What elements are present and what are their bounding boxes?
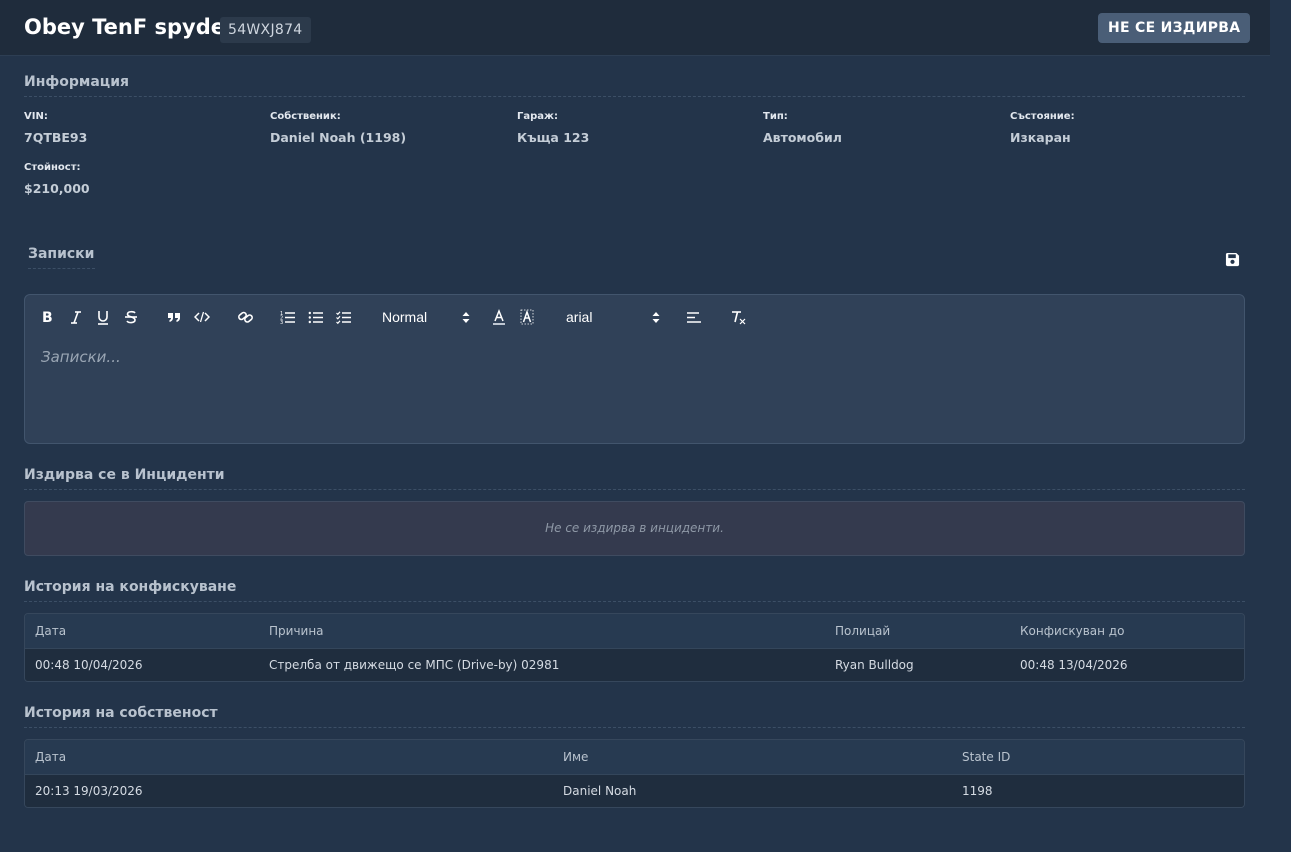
vin-value: 7QTBE93 — [24, 130, 88, 145]
align-left-icon[interactable] — [686, 307, 702, 327]
column-header: Име — [563, 750, 589, 764]
ordered-list-icon[interactable]: 123 — [280, 307, 296, 327]
svg-text:3: 3 — [280, 320, 283, 326]
select-arrows-icon — [652, 312, 660, 323]
info-section-title: Информация — [24, 74, 1245, 97]
font-family-select[interactable]: arial — [566, 307, 660, 327]
column-header: State ID — [962, 750, 1011, 764]
column-header: Дата — [35, 750, 67, 764]
underline-icon[interactable] — [96, 307, 110, 327]
table-cell: 00:48 13/04/2026 — [1020, 658, 1128, 672]
table-row[interactable]: 20:13 19/03/2026 Daniel Noah 1198 — [25, 774, 1244, 807]
column-header: Дата — [35, 624, 67, 638]
link-icon[interactable] — [237, 307, 254, 327]
wanted-incidents-title: Издирва се в Инциденти — [24, 467, 1245, 490]
floppy-disk-icon[interactable] — [1225, 252, 1240, 267]
table-header: Дата Причина Полицай Конфискуван до — [25, 614, 1244, 648]
table-cell: Стрелба от движещо се МПС (Drive-by) 029… — [269, 658, 560, 672]
table-cell: Daniel Noah — [563, 784, 637, 798]
wanted-incidents-empty: Не се издирва в инциденти. — [24, 501, 1245, 556]
notes-placeholder[interactable]: Записки... — [41, 348, 121, 366]
column-header: Конфискуван до — [1020, 624, 1125, 638]
price-value: $210,000 — [24, 181, 90, 196]
vin-label: VIN: — [24, 111, 48, 122]
vehicle-header: Obey TenF spyder 54WXJ874 НЕ СЕ ИЗДИРВА — [0, 0, 1270, 56]
state-label: Състояние: — [1010, 111, 1075, 122]
plate-badge: 54WXJ874 — [220, 17, 311, 43]
garage-value: Къща 123 — [517, 130, 590, 145]
svg-text:B: B — [42, 310, 53, 326]
bold-icon[interactable]: B — [41, 307, 55, 327]
column-header: Полицай — [835, 624, 891, 638]
garage-label: Гараж: — [517, 111, 558, 122]
state-value: Изкаран — [1010, 130, 1071, 145]
table-header: Дата Име State ID — [25, 740, 1244, 774]
wanted-status-button[interactable]: НЕ СЕ ИЗДИРВА — [1098, 13, 1251, 43]
type-value: Автомобил — [763, 130, 842, 145]
checklist-icon[interactable] — [336, 307, 352, 327]
impound-history-table: Дата Причина Полицай Конфискуван до 00:4… — [24, 613, 1245, 682]
italic-icon[interactable] — [69, 307, 83, 327]
code-icon[interactable] — [194, 307, 210, 327]
notes-editor[interactable]: B 123 Normal arial Записки... — [24, 294, 1245, 444]
vehicle-name: Obey TenF spyder — [24, 15, 236, 39]
owner-label: Собственик: — [270, 111, 341, 122]
table-cell: Ryan Bulldog — [835, 658, 914, 672]
text-size-select[interactable]: Normal — [382, 307, 470, 327]
price-label: Стойност: — [24, 162, 81, 173]
owner-value: Daniel Noah (1198) — [270, 130, 407, 145]
font-color-icon[interactable] — [492, 307, 506, 327]
notes-section-title: Записки — [28, 246, 95, 269]
strikethrough-icon[interactable] — [124, 307, 138, 327]
table-cell: 1198 — [962, 784, 993, 798]
clear-format-icon[interactable] — [730, 307, 746, 327]
font-family-value: arial — [566, 309, 593, 325]
table-row[interactable]: 00:48 10/04/2026 Стрелба от движещо се М… — [25, 648, 1244, 681]
select-arrows-icon — [462, 312, 470, 323]
wanted-incidents-empty-text: Не се издирва в инциденти. — [545, 521, 724, 535]
background-color-icon[interactable] — [520, 307, 534, 327]
ownership-history-title: История на собственост — [24, 705, 1245, 728]
column-header: Причина — [269, 624, 324, 638]
ownership-history-table: Дата Име State ID 20:13 19/03/2026 Danie… — [24, 739, 1245, 808]
impound-history-title: История на конфискуване — [24, 579, 1245, 602]
bullet-list-icon[interactable] — [308, 307, 324, 327]
type-label: Тип: — [763, 111, 788, 122]
quote-icon[interactable] — [166, 307, 182, 327]
text-size-value: Normal — [382, 309, 428, 325]
table-cell: 00:48 10/04/2026 — [35, 658, 143, 672]
table-cell: 20:13 19/03/2026 — [35, 784, 143, 798]
